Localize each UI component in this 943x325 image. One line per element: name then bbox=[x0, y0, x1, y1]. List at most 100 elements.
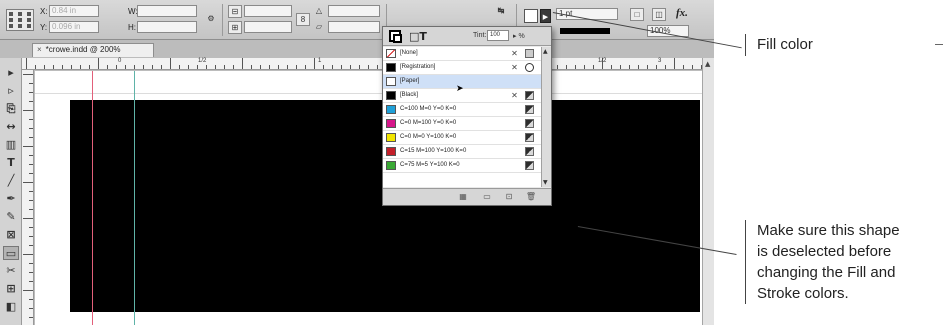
tint-unit: ▸ % bbox=[513, 33, 525, 40]
ruler-tick bbox=[323, 65, 324, 69]
tool-icon[interactable]: ⎘ bbox=[3, 102, 19, 116]
tool-icon[interactable]: ▥ bbox=[3, 138, 19, 152]
rotate-icon[interactable]: △ bbox=[312, 5, 326, 18]
ruler-tick bbox=[314, 58, 315, 69]
vertical-scrollbar[interactable]: ▲ bbox=[702, 58, 714, 325]
swatch-color-chip bbox=[386, 91, 396, 100]
rotation-field[interactable] bbox=[328, 5, 380, 18]
scroll-up-icon[interactable]: ▲ bbox=[705, 60, 710, 68]
ruler-tick bbox=[611, 65, 612, 69]
swatch-list: [None] ✕ [Registration] ✕ [Paper] [Black] ✕ C=1… bbox=[383, 47, 541, 187]
ruler-tick bbox=[35, 65, 36, 69]
tool-icon[interactable]: ▭ bbox=[3, 246, 19, 260]
swatch-row[interactable]: C=0 M=0 Y=100 K=0 bbox=[383, 131, 541, 145]
tool-icon[interactable]: ◧ bbox=[3, 300, 19, 314]
scale-y-field[interactable] bbox=[244, 21, 292, 34]
ruler-tick bbox=[29, 263, 33, 264]
h-label: H: bbox=[128, 23, 136, 32]
swatch-row[interactable]: C=100 M=0 Y=0 K=0 bbox=[383, 103, 541, 117]
swatch-row[interactable]: [Registration] ✕ bbox=[383, 61, 541, 75]
tool-icon[interactable]: ✒ bbox=[3, 192, 19, 206]
new-color-group-icon[interactable]: ▭ bbox=[481, 192, 493, 202]
scale-y-icon[interactable]: ⊞ bbox=[228, 21, 242, 34]
ruler-tick bbox=[80, 65, 81, 69]
swatch-list-scrollbar[interactable]: ▲ ▼ bbox=[541, 47, 551, 187]
ruler-tick bbox=[23, 218, 33, 219]
tint-input[interactable]: 100 bbox=[487, 30, 509, 41]
constrain-proportions-icon[interactable]: ⚙ bbox=[204, 13, 218, 26]
document-tab[interactable]: × *crowe.indd @ 200% bbox=[32, 43, 154, 57]
ruler-tick bbox=[224, 65, 225, 69]
x-position-field[interactable]: X: 0.84 in bbox=[40, 5, 99, 18]
scroll-down-icon[interactable]: ▼ bbox=[543, 179, 548, 186]
tool-icon[interactable]: ▸ bbox=[3, 66, 19, 80]
tool-icon[interactable]: ↔ bbox=[3, 120, 19, 134]
tool-icon[interactable]: ✂ bbox=[3, 264, 19, 278]
swatches-header: □T Tint: 100 ▸ % bbox=[383, 27, 551, 46]
ruler-tick bbox=[23, 74, 33, 75]
y-value[interactable]: 0.096 in bbox=[49, 21, 99, 33]
swatch-name: [Black] bbox=[400, 92, 419, 98]
close-tab-icon[interactable]: × bbox=[37, 45, 42, 54]
ruler-tick bbox=[62, 65, 63, 69]
tool-icon[interactable]: ⊠ bbox=[3, 228, 19, 242]
registration-icon bbox=[525, 63, 534, 72]
swatch-color-chip bbox=[386, 77, 396, 86]
fill-dropdown-arrow[interactable]: ▶ bbox=[540, 9, 551, 23]
delete-swatch-icon[interactable]: 🗑 bbox=[525, 192, 537, 202]
swatch-name: C=75 M=5 Y=100 K=0 bbox=[400, 162, 460, 168]
swatch-row[interactable]: C=75 M=5 Y=100 K=0 bbox=[383, 159, 541, 173]
scale-x-field[interactable] bbox=[244, 5, 292, 18]
swatch-name: C=0 M=100 Y=0 K=0 bbox=[400, 120, 457, 126]
show-all-swatches-icon[interactable]: ▦ bbox=[457, 192, 469, 202]
swatch-row[interactable]: [None] ✕ bbox=[383, 47, 541, 61]
ruler-tick bbox=[341, 65, 342, 69]
fill-swatch-button[interactable] bbox=[524, 9, 538, 23]
tool-icon[interactable]: ⊞ bbox=[3, 282, 19, 296]
tools-panel: ▸ ▹ ⎘ ↔ ▥ T ╱ ✒ ✎ ⊠ ▭ ✂ ⊞ ◧ bbox=[0, 58, 22, 325]
swatch-row[interactable]: C=0 M=100 Y=0 K=0 bbox=[383, 117, 541, 131]
ruler-tick bbox=[179, 65, 180, 69]
ruler-tick bbox=[620, 65, 621, 69]
tool-icon[interactable]: ╱ bbox=[3, 174, 19, 188]
ruler-tick bbox=[629, 65, 630, 69]
tool-icon[interactable]: T bbox=[3, 156, 19, 170]
stroke-proxy-icon[interactable] bbox=[393, 34, 402, 43]
swatch-name: [None] bbox=[400, 50, 418, 56]
wrap-icon[interactable]: ◫ bbox=[652, 8, 666, 21]
lock-scale-icon[interactable]: 8 bbox=[296, 13, 310, 26]
ruler-tick bbox=[26, 58, 27, 69]
not-editable-icon: ✕ bbox=[511, 91, 518, 100]
width-input[interactable] bbox=[137, 5, 197, 17]
tool-icon[interactable]: ✎ bbox=[3, 210, 19, 224]
x-label: X: bbox=[40, 7, 48, 16]
effects-icon[interactable]: fx. bbox=[676, 7, 688, 20]
x-value[interactable]: 0.84 in bbox=[49, 5, 99, 17]
height-field[interactable]: H: bbox=[128, 21, 197, 34]
frame-fitting-icon[interactable]: □ bbox=[630, 8, 644, 21]
y-position-field[interactable]: Y: 0.096 in bbox=[40, 21, 99, 34]
reference-point-icon[interactable] bbox=[6, 9, 34, 31]
formatting-affects-text-icon[interactable]: □T bbox=[409, 30, 427, 43]
scale-x-icon[interactable]: ⊟ bbox=[228, 5, 242, 18]
ruler-tick bbox=[287, 65, 288, 69]
swatch-color-chip bbox=[386, 105, 396, 114]
select-container-icon[interactable]: ↹ bbox=[494, 5, 508, 18]
new-swatch-icon[interactable]: ⊡ bbox=[503, 192, 515, 202]
ruler-tick bbox=[368, 65, 369, 69]
swatch-row[interactable]: C=15 M=100 Y=100 K=0 bbox=[383, 145, 541, 159]
height-input[interactable] bbox=[137, 21, 197, 33]
ruler-tick bbox=[305, 65, 306, 69]
tool-icon[interactable]: ▹ bbox=[3, 84, 19, 98]
ruler-tick bbox=[674, 58, 675, 69]
control-panel: X: 0.84 in Y: 0.096 in W: H: ⚙ ⊟ ⊞ 8 △ ▱ ↹… bbox=[0, 0, 714, 40]
ruler-tick bbox=[557, 65, 558, 69]
stroke-type-preview[interactable] bbox=[560, 28, 610, 34]
ruler-tick bbox=[269, 65, 270, 69]
shear-icon[interactable]: ▱ bbox=[312, 21, 326, 34]
ruler-tick bbox=[29, 191, 33, 192]
ruler-tick bbox=[53, 65, 54, 69]
width-field[interactable]: W: bbox=[128, 5, 197, 18]
scroll-up-icon[interactable]: ▲ bbox=[543, 48, 548, 55]
shear-field[interactable] bbox=[328, 21, 380, 34]
